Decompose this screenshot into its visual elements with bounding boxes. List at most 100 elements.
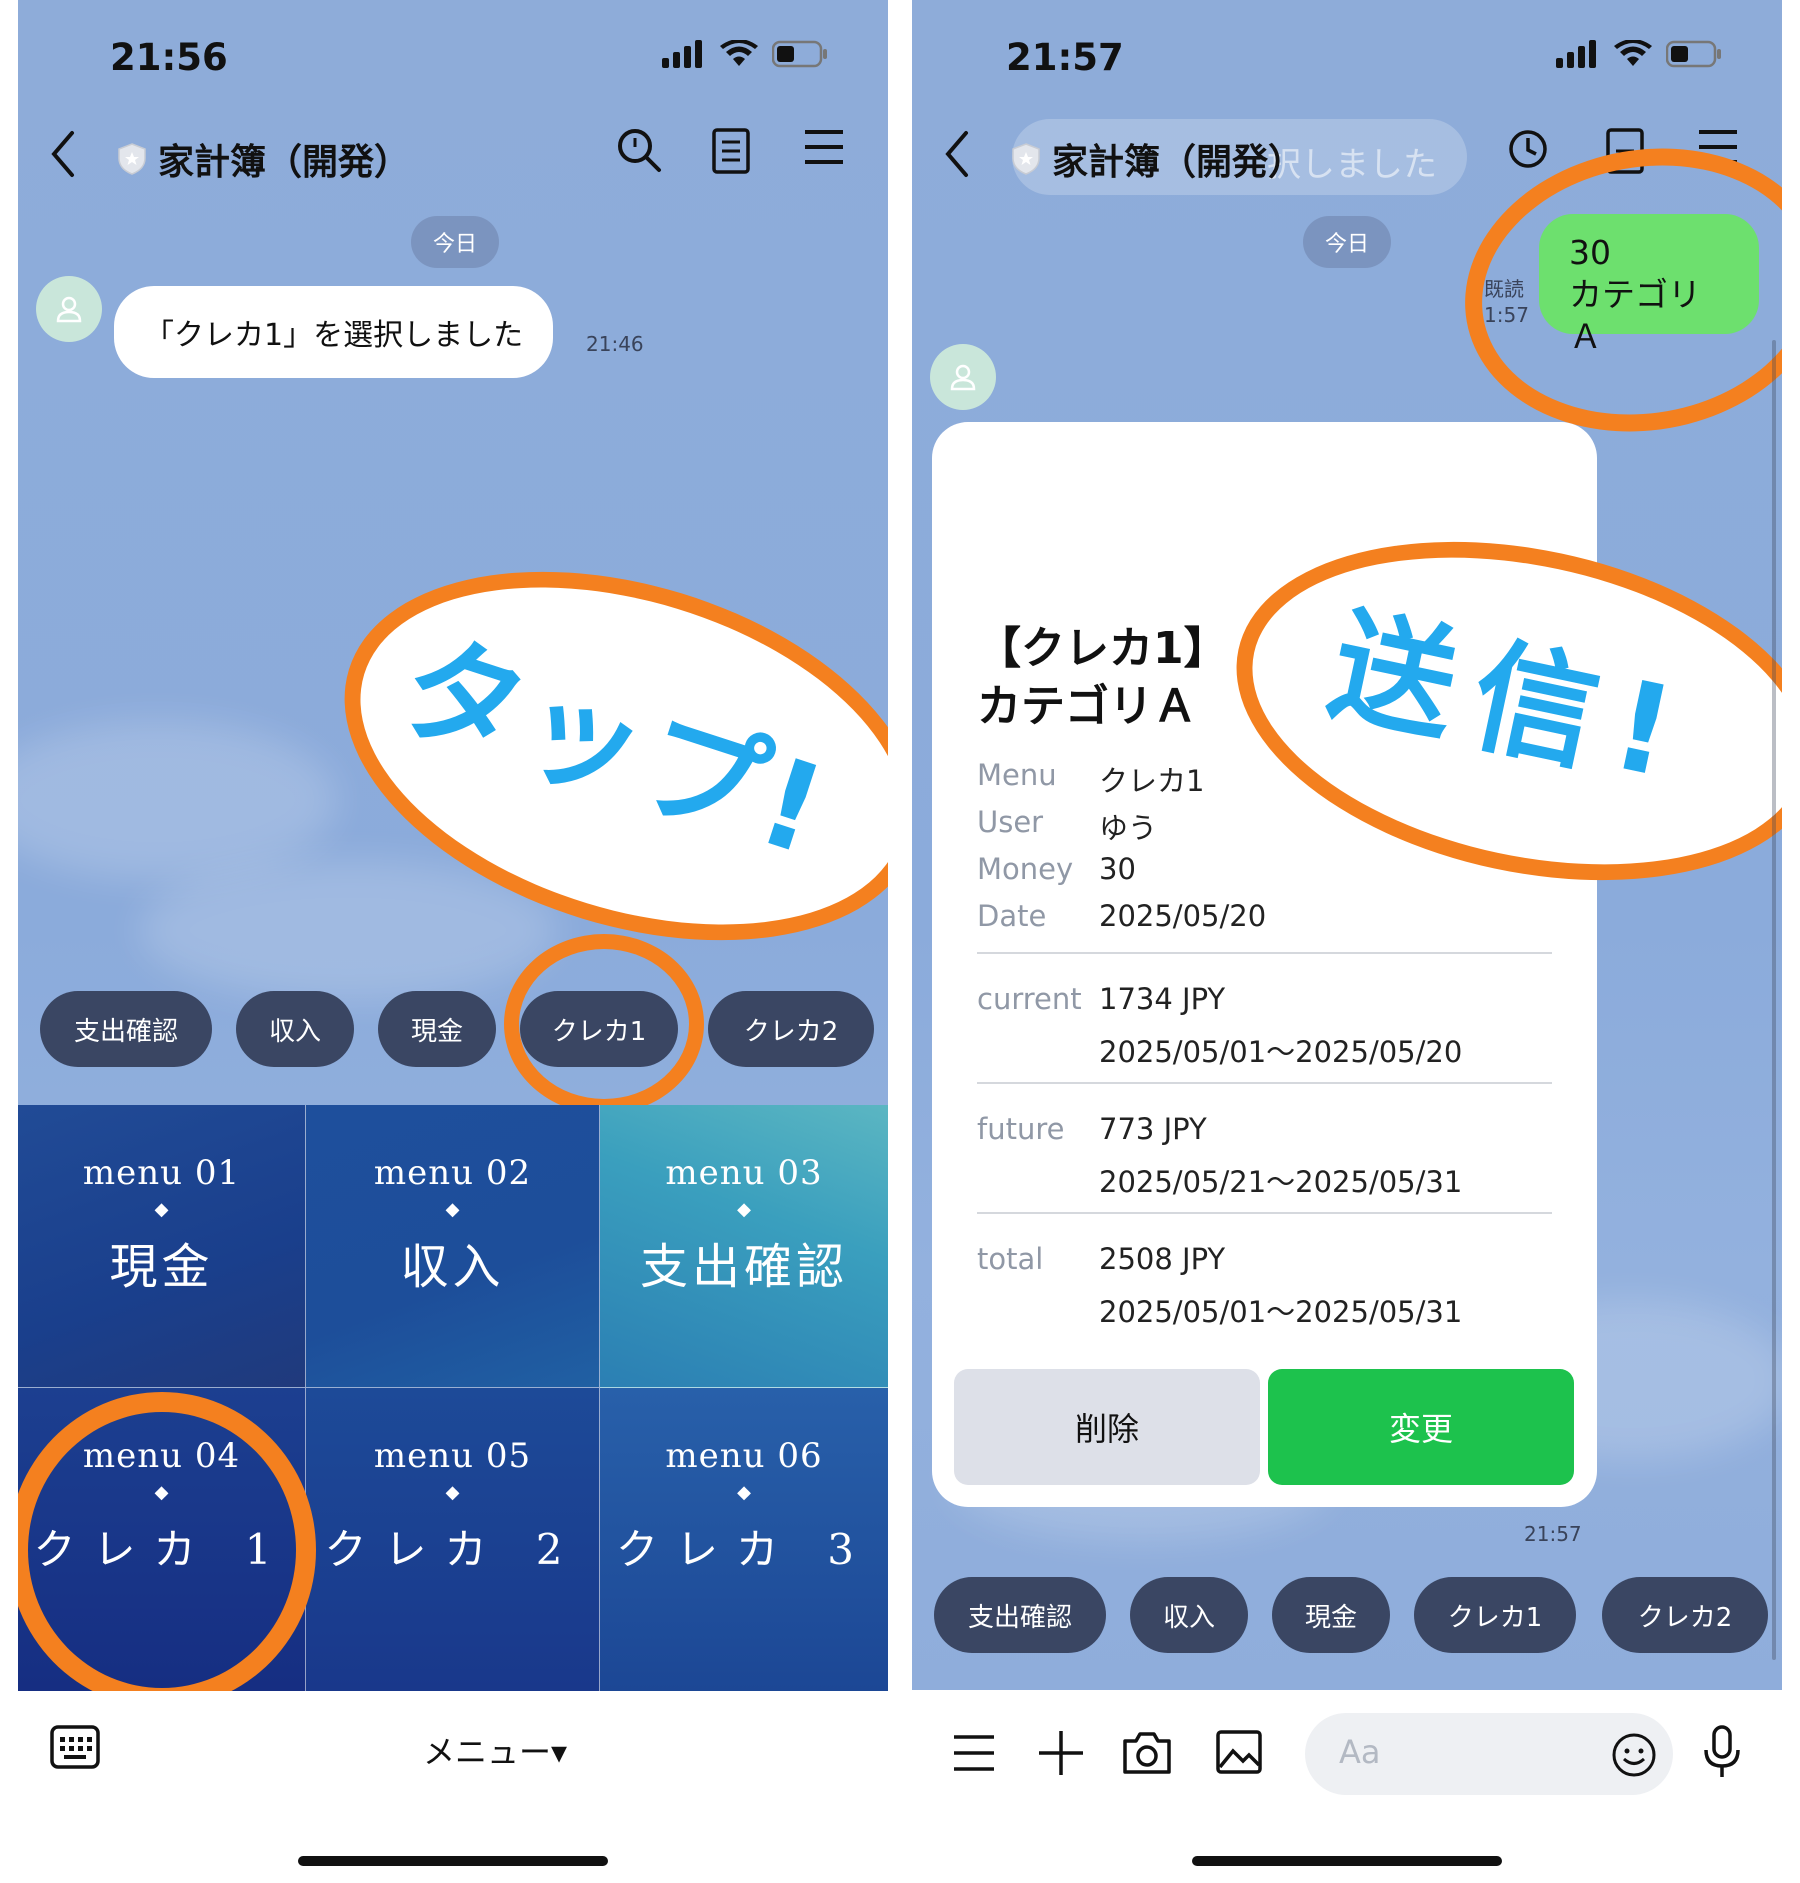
chip-credit-card-1[interactable]: クレカ1 — [520, 991, 678, 1067]
rich-menu-credit-card-2[interactable]: menu 05 ◆ クレカ 2 — [306, 1388, 600, 1691]
diamond-icon: ◆ — [154, 1199, 169, 1220]
menu-toggle[interactable]: メニュー▾ — [423, 1727, 567, 1773]
change-button[interactable]: 変更 — [1268, 1369, 1574, 1485]
row-key: current — [977, 982, 1082, 1016]
status-icons — [1556, 40, 1722, 68]
row-amount: 2508 JPY — [1099, 1242, 1226, 1276]
rich-menu-expense-check[interactable]: menu 03 ◆ 支出確認 — [600, 1105, 888, 1388]
diamond-icon: ◆ — [154, 1482, 169, 1503]
input-placeholder: Aa — [1339, 1733, 1381, 1771]
status-time: 21:57 — [1006, 36, 1124, 79]
rich-menu-credit-card-1[interactable]: menu 04 ◆ クレカ 1 — [18, 1388, 306, 1691]
row-value: 2025/05/20 — [1099, 899, 1267, 933]
menu-hamburger-icon[interactable] — [1697, 127, 1739, 167]
chip-expense-check[interactable]: 支出確認 — [40, 991, 212, 1067]
rich-menu-cash[interactable]: menu 01 ◆ 現金 — [18, 1105, 306, 1388]
chip-expense-check[interactable]: 支出確認 — [934, 1577, 1106, 1653]
row-key: Money — [977, 852, 1074, 886]
rich-menu-number: menu 04 — [82, 1436, 241, 1476]
chat-title-text: 家計簿（開発） — [1052, 142, 1305, 183]
expense-card: 【クレカ1】 カテゴリＡ Menu クレカ1 User ゆう Money 30 … — [932, 422, 1597, 1507]
left-phone-screen: 21:56 家計簿（開発） 今日 「クレカ1」を選択しました 21:46 タップ… — [18, 0, 888, 1883]
menu-lines-icon[interactable] — [952, 1733, 996, 1773]
emoji-icon[interactable] — [1611, 1732, 1657, 1778]
row-range: 2025/05/21～2025/05/31 — [1099, 1165, 1463, 1199]
diamond-icon: ◆ — [737, 1199, 751, 1220]
chip-credit-card-2[interactable]: クレカ2 — [1602, 1577, 1768, 1653]
sent-category: カテゴリＡ — [1569, 275, 1701, 356]
row-value: ゆう — [1099, 811, 1158, 845]
chip-cash[interactable]: 現金 — [378, 991, 496, 1067]
rich-menu-number: menu 03 — [665, 1153, 823, 1193]
diamond-icon: ◆ — [445, 1482, 460, 1503]
read-time: 1:57 — [1484, 303, 1529, 327]
row-value: 30 — [1099, 852, 1136, 886]
row-key: Date — [977, 899, 1047, 933]
chip-income[interactable]: 収入 — [236, 991, 354, 1067]
user-icon — [56, 296, 82, 323]
rich-menu-label: クレカ 1 — [33, 1525, 290, 1574]
notes-icon[interactable] — [711, 127, 751, 175]
row-value: クレカ1 — [1099, 764, 1205, 798]
chip-income[interactable]: 収入 — [1130, 1577, 1248, 1653]
rich-menu-label: クレカ 2 — [324, 1525, 581, 1574]
rich-menu-number: menu 06 — [665, 1436, 823, 1476]
rich-menu-income[interactable]: menu 02 ◆ 収入 — [306, 1105, 600, 1388]
menu-hamburger-icon[interactable] — [803, 127, 845, 167]
rich-menu-label: 支出確認 — [639, 1239, 848, 1295]
bot-avatar[interactable] — [36, 276, 102, 342]
home-indicator — [1192, 1856, 1502, 1866]
chip-credit-card-2[interactable]: クレカ2 — [708, 991, 874, 1067]
wifi-icon — [720, 40, 758, 66]
chat-title: 家計簿（開発） — [118, 133, 410, 185]
microphone-icon[interactable] — [1702, 1724, 1742, 1780]
row-range: 2025/05/01～2025/05/20 — [1099, 1035, 1463, 1069]
divider — [977, 952, 1552, 954]
message-time: 21:46 — [586, 332, 644, 356]
status-icons — [662, 40, 828, 68]
rich-menu-number: menu 01 — [82, 1153, 241, 1193]
search-icon[interactable] — [616, 127, 662, 173]
divider — [977, 1212, 1552, 1214]
message-input[interactable]: Aa — [1305, 1713, 1673, 1795]
clock-icon[interactable] — [1508, 129, 1548, 169]
row-amount: 1734 JPY — [1099, 982, 1226, 1016]
image-icon[interactable] — [1215, 1729, 1263, 1775]
read-label: 既読 — [1484, 277, 1524, 301]
card-time: 21:57 — [1524, 1522, 1582, 1546]
divider — [977, 1082, 1552, 1084]
row-key: total — [977, 1242, 1044, 1276]
rich-menu-number: menu 05 — [373, 1436, 532, 1476]
shield-icon — [118, 143, 146, 175]
chip-cash[interactable]: 現金 — [1272, 1577, 1390, 1653]
diamond-icon: ◆ — [445, 1199, 460, 1220]
chip-credit-card-1[interactable]: クレカ1 — [1414, 1577, 1576, 1653]
chat-title: 家計簿（開発） — [1012, 133, 1304, 185]
row-key: Menu — [977, 758, 1057, 792]
delete-button[interactable]: 削除 — [954, 1369, 1260, 1485]
bottom-bar: メニュー▾ — [18, 1691, 888, 1883]
back-chevron-icon[interactable] — [48, 129, 78, 179]
chat-header: 家計簿（開発） — [18, 115, 888, 195]
rich-menu-label: クレカ 3 — [615, 1525, 873, 1574]
card-title-line1: 【クレカ1】 — [977, 623, 1228, 674]
bot-avatar[interactable] — [930, 344, 996, 410]
row-key: future — [977, 1112, 1065, 1146]
rich-menu-credit-card-3[interactable]: menu 06 ◆ クレカ 3 — [600, 1388, 888, 1691]
rich-menu-number: menu 02 — [373, 1153, 532, 1193]
scrollbar[interactable] — [1772, 340, 1776, 1660]
camera-icon[interactable] — [1122, 1729, 1172, 1775]
shield-icon — [1012, 143, 1040, 175]
battery-icon — [772, 40, 827, 68]
signal-icon — [1556, 40, 1596, 68]
sent-amount: 30 — [1569, 233, 1611, 272]
wifi-icon — [1614, 40, 1652, 66]
received-message: 「クレカ1」を選択しました — [114, 286, 554, 378]
plus-icon[interactable] — [1037, 1729, 1085, 1777]
rich-menu-label: 現金 — [109, 1239, 214, 1295]
back-chevron-icon[interactable] — [942, 129, 972, 179]
keyboard-icon[interactable] — [50, 1725, 100, 1769]
card-title-line2: カテゴリＡ — [977, 681, 1197, 732]
rich-menu-label: 収入 — [400, 1239, 505, 1295]
notes-icon[interactable] — [1605, 127, 1645, 175]
